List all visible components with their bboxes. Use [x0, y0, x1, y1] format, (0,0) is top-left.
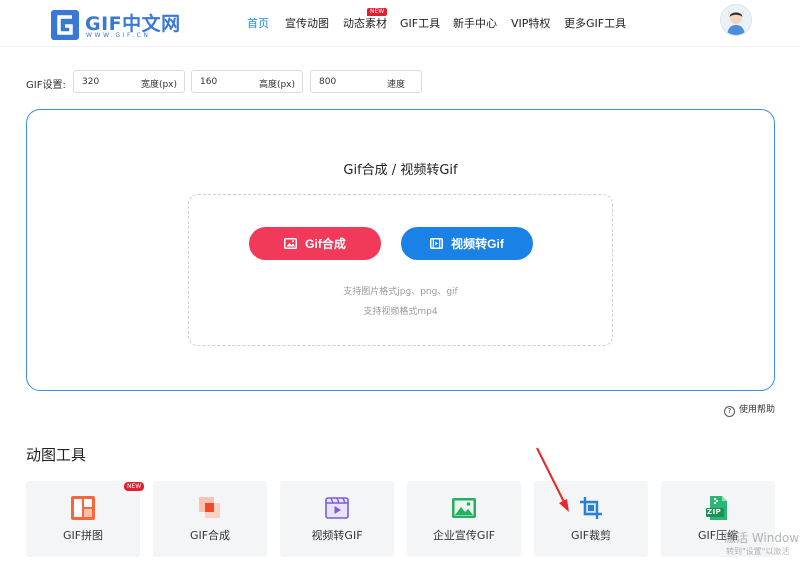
- video-to-gif-label: 视频转Gif: [451, 237, 504, 251]
- crop-icon: [580, 497, 602, 519]
- site-logo[interactable]: GIF中文网 WWW.GIF.CN: [51, 9, 181, 43]
- gif-compose-label: Gif合成: [305, 237, 346, 251]
- video-format-hint: 支持视频格式mp4: [363, 307, 438, 317]
- nav-beginner-center[interactable]: 新手中心: [453, 15, 497, 31]
- nav-more-tools[interactable]: 更多GIF工具: [564, 15, 626, 31]
- width-input[interactable]: [82, 75, 138, 88]
- height-input[interactable]: [200, 75, 256, 88]
- tool-gif-collage[interactable]: GIF拼图: [26, 481, 140, 557]
- film-icon: [430, 238, 444, 249]
- video-to-gif-button[interactable]: 视频转Gif: [401, 227, 533, 260]
- upload-card: Gif合成 / 视频转Gif Gif合成 视频转Gif 支持图片格式jpg、pn…: [26, 109, 775, 391]
- tool-label: 企业宣传GIF: [432, 529, 496, 542]
- height-unit-label: 高度(px): [258, 80, 295, 90]
- help-label: 使用帮助: [739, 405, 776, 415]
- speed-input[interactable]: [319, 75, 375, 88]
- nav-gif-tools[interactable]: GIF工具: [400, 15, 440, 31]
- picture-icon: [452, 498, 476, 518]
- logo-subtext: WWW.GIF.CN: [86, 32, 151, 39]
- tool-gif-crop[interactable]: GIF裁剪: [534, 481, 648, 557]
- nav-promo-gif[interactable]: 宣传动图: [285, 15, 329, 31]
- nav-vip[interactable]: VIP特权: [511, 15, 550, 31]
- video-icon: [325, 497, 349, 519]
- gif-compose-button[interactable]: Gif合成: [249, 227, 381, 260]
- user-avatar[interactable]: [720, 4, 752, 36]
- gif-settings-label: GIF设置:: [26, 80, 66, 91]
- upload-dropzone[interactable]: Gif合成 视频转Gif 支持图片格式jpg、png、gif 支持视频格式mp4: [188, 194, 613, 346]
- tool-label: GIF拼图: [62, 529, 104, 542]
- width-setting: 宽度(px): [73, 70, 185, 93]
- width-unit-label: 宽度(px): [140, 80, 177, 90]
- image-format-hint: 支持图片格式jpg、png、gif: [343, 287, 458, 297]
- tool-label: 视频转GIF: [311, 529, 363, 542]
- logo-mark-icon: [51, 10, 79, 40]
- tools-section-title: 动图工具: [26, 446, 87, 464]
- tool-label: GIF裁剪: [570, 529, 612, 542]
- avatar-person-icon: [721, 5, 751, 35]
- collage-icon: [71, 496, 95, 520]
- tool-label: GIF合成: [189, 529, 231, 542]
- speed-setting: 速度: [310, 70, 422, 93]
- nav-dynamic-assets[interactable]: 动态素材: [343, 15, 387, 31]
- nav-home[interactable]: 首页: [247, 15, 269, 31]
- nav-new-badge: NEW: [367, 8, 388, 16]
- height-setting: 高度(px): [191, 70, 303, 93]
- top-header: GIF中文网 WWW.GIF.CN 首页 宣传动图 动态素材 NEW GIF工具…: [0, 0, 800, 47]
- zip-icon-text: ZIP: [707, 508, 722, 516]
- tool-new-badge: NEW: [124, 482, 145, 491]
- windows-activation-hint: 转到"设置"以激活: [726, 547, 790, 556]
- tool-business-gif[interactable]: 企业宣传GIF: [407, 481, 521, 557]
- help-link[interactable]: ? 使用帮助: [724, 402, 775, 417]
- question-icon: ?: [724, 406, 735, 417]
- image-icon: [284, 238, 298, 249]
- windows-activation-watermark: 激活 Windows: [724, 531, 800, 545]
- tool-gif-compose[interactable]: GIF合成: [153, 481, 267, 557]
- layers-icon: [199, 497, 220, 518]
- tool-video-to-gif[interactable]: 视频转GIF: [280, 481, 394, 557]
- speed-unit-label: 速度: [386, 80, 405, 90]
- upload-title: Gif合成 / 视频转Gif: [343, 163, 458, 178]
